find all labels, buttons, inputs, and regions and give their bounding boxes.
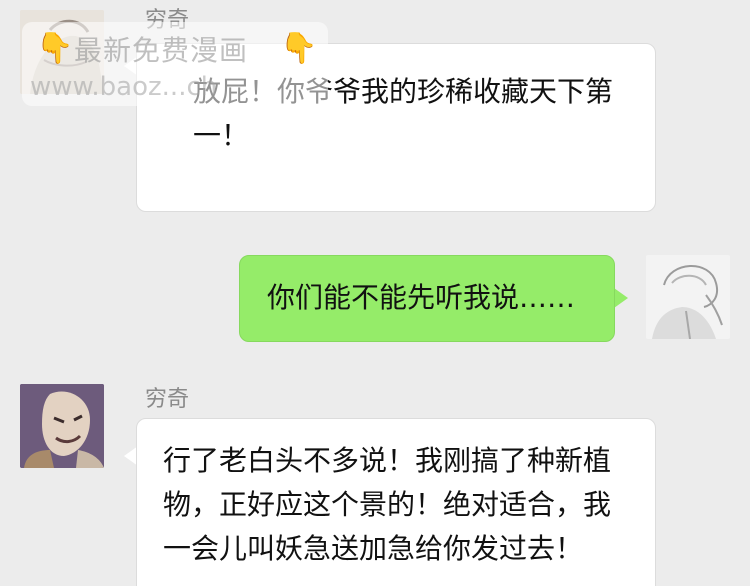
message-bubble-outgoing[interactable]: 你们能不能先听我说……	[239, 255, 615, 342]
watermark: 👇 最新免费漫画 👇 www.baoz...ch	[22, 22, 328, 106]
watermark-title: 最新免费漫画	[74, 34, 249, 67]
pointing-down-hand-icon: 👇	[36, 31, 74, 66]
avatar-image	[20, 384, 104, 468]
message-bubble-incoming[interactable]: 行了老白头不多说！我刚搞了种新植物，正好应这个景的！绝对适合，我一会儿叫妖急送加…	[136, 418, 656, 586]
message-text: 你们能不能先听我说……	[267, 281, 576, 314]
sender-name: 穷奇	[145, 387, 190, 412]
pointing-down-hand-icon: 👇	[280, 31, 318, 66]
avatar-image	[646, 255, 730, 339]
avatar-self[interactable]	[646, 255, 730, 339]
message-text: 行了老白头不多说！我刚搞了种新植物，正好应这个景的！绝对适合，我一会儿叫妖急送加…	[163, 444, 612, 565]
bubble-tail	[614, 288, 628, 308]
watermark-url: www.baoz...ch	[30, 72, 218, 102]
chat-screen: 穷奇 放屁！你爷爷我的珍稀收藏天下第一！ 你们能不能先听我说…… 穷奇 行了老白…	[0, 0, 750, 586]
avatar-qiongqi[interactable]	[20, 384, 104, 468]
